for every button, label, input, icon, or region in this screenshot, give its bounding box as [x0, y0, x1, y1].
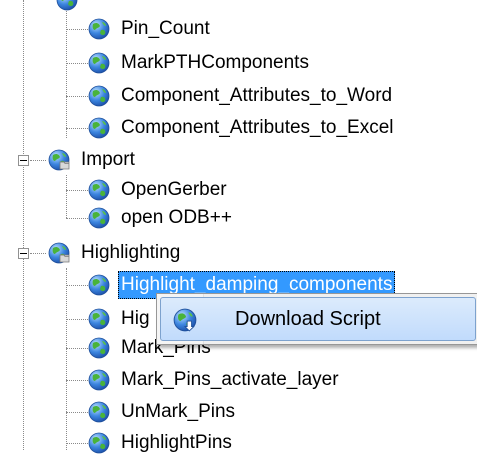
tree-line	[66, 175, 67, 218]
tree-line	[66, 380, 88, 381]
globe-icon	[88, 308, 110, 330]
globe-icon	[88, 432, 110, 454]
menu-item-label: Download Script	[235, 308, 381, 330]
tree-line	[30, 253, 46, 254]
tree-line	[66, 29, 88, 30]
tree-item-label: OpenGerber	[121, 179, 227, 200]
collapse-import-toggle[interactable]	[18, 155, 29, 166]
tree-line	[66, 128, 88, 129]
tree-line	[66, 63, 88, 64]
globe-icon	[88, 274, 110, 296]
globe-icon	[88, 179, 110, 201]
tree-folder-label: Highlighting	[81, 242, 181, 263]
globe-icon	[88, 52, 110, 74]
tree-line	[66, 190, 88, 191]
globe-icon	[56, 0, 78, 11]
tree-item-label: open ODB++	[121, 207, 232, 228]
tree-item-label: HighlightPins	[121, 432, 232, 453]
globe-folder-icon	[48, 149, 70, 171]
globe-icon	[88, 401, 110, 423]
script-tree[interactable]: Pin_Count MarkPTHComponents Component_At…	[0, 0, 477, 454]
context-menu: Download Script	[156, 293, 477, 345]
tree-line	[66, 96, 88, 97]
tree-item-label: Component_Attributes_to_Excel	[121, 117, 394, 138]
tree-folder-label: Import	[81, 149, 135, 170]
globe-icon	[88, 207, 110, 229]
globe-icon	[88, 337, 110, 359]
tree-line	[66, 285, 88, 286]
tree-item-label: MarkPTHComponents	[121, 52, 309, 73]
globe-icon	[88, 117, 110, 139]
tree-line	[66, 348, 88, 349]
tree-line	[23, 0, 24, 450]
globe-icon	[88, 18, 110, 40]
tree-line	[30, 160, 46, 161]
tree-item-label: Component_Attributes_to_Word	[121, 85, 393, 106]
tree-line	[66, 0, 67, 138]
tree-item-label: Pin_Count	[121, 18, 210, 39]
collapse-highlighting-toggle[interactable]	[18, 248, 29, 259]
tree-item-label: UnMark_Pins	[121, 401, 236, 422]
tree-line	[66, 319, 88, 320]
tree-line	[66, 218, 88, 219]
tree-line	[66, 412, 88, 413]
download-script-menu-item[interactable]: Download Script	[160, 297, 476, 341]
tree-item-label: Mark_Pins_activate_layer	[121, 369, 339, 390]
globe-icon	[88, 369, 110, 391]
globe-download-icon	[173, 308, 197, 332]
tree-line	[66, 268, 67, 450]
globe-icon	[88, 85, 110, 107]
tree-line	[66, 443, 88, 444]
tree-item-label: Hig	[121, 308, 150, 329]
globe-folder-icon	[48, 242, 70, 264]
